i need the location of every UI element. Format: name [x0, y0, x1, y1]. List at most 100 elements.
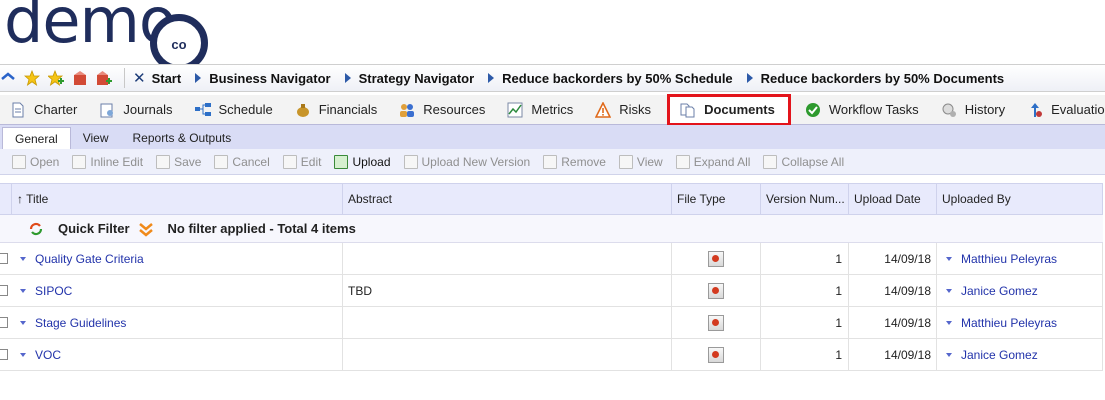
tab-label: Resources [423, 102, 486, 117]
plus-icon [675, 154, 690, 169]
save-button[interactable]: Save [156, 154, 202, 169]
star-icon[interactable] [23, 69, 41, 86]
user-link[interactable]: Janice Gomez [961, 348, 1038, 362]
chevron-down-icon[interactable] [946, 256, 952, 261]
button-label: Upload New Version [421, 154, 531, 169]
tab-workflow-tasks[interactable]: Workflow Tasks [795, 98, 931, 122]
breadcrumb-business-navigator[interactable]: Business Navigator [195, 71, 331, 86]
chevron-down-icon[interactable] [20, 288, 26, 293]
tab-risks[interactable]: Risks [585, 98, 663, 122]
open-button[interactable]: Open [12, 154, 59, 169]
powerpoint-file-icon[interactable] [708, 282, 724, 299]
powerpoint-file-icon[interactable] [708, 346, 724, 363]
tab-history[interactable]: History [931, 98, 1017, 122]
button-label: Edit [300, 154, 322, 169]
tab-journals[interactable]: Journals [89, 98, 184, 122]
breadcrumb-strategy-navigator[interactable]: Strategy Navigator [344, 71, 474, 86]
cell-abstract: TBD [343, 274, 672, 307]
chevron-down-icon[interactable] [20, 320, 26, 325]
cell-upload-date: 14/09/18 [849, 242, 937, 275]
chevron-double-down-icon[interactable] [138, 221, 154, 237]
button-label: Save [174, 154, 202, 169]
table-row[interactable]: Stage Guidelines 1 14/09/18 Matthieu Pel… [0, 306, 1103, 339]
tab-documents[interactable]: Documents [667, 93, 791, 126]
user-link[interactable]: Matthieu Peleyras [961, 316, 1057, 330]
table-row[interactable]: SIPOC TBD 1 14/09/18 Janice Gomez [0, 274, 1103, 307]
edit-icon [282, 154, 297, 169]
quick-filter-label[interactable]: Quick Filter [58, 221, 130, 236]
row-checkbox[interactable] [0, 349, 8, 360]
navigate-icon[interactable] [0, 70, 16, 86]
documents-icon [680, 102, 696, 118]
tab-charter[interactable]: Charter [0, 98, 89, 122]
breadcrumb-documents[interactable]: Reduce backorders by 50% Documents [746, 71, 1004, 86]
subtab-reports-outputs[interactable]: Reports & Outputs [121, 127, 244, 149]
collapse-all-button[interactable]: Collapse All [763, 154, 844, 169]
box-add-icon[interactable] [96, 70, 112, 86]
upload-button[interactable]: Upload [334, 154, 391, 169]
cell-uploaded-by: Janice Gomez [937, 274, 1103, 307]
view-button[interactable]: View [618, 154, 663, 169]
document-title-link[interactable]: Stage Guidelines [35, 316, 126, 330]
cell-uploaded-by: Matthieu Peleyras [937, 306, 1103, 339]
column-abstract[interactable]: Abstract [343, 184, 672, 214]
tab-metrics[interactable]: Metrics [497, 98, 585, 122]
column-file-type[interactable]: File Type [672, 184, 761, 214]
tab-schedule[interactable]: Schedule [185, 98, 285, 122]
chevron-down-icon[interactable] [20, 352, 26, 357]
money-bag-icon [295, 102, 311, 118]
chevron-down-icon[interactable] [20, 256, 26, 261]
upload-new-version-button[interactable]: Upload New Version [403, 154, 531, 169]
row-checkbox[interactable] [0, 253, 8, 264]
chart-icon [507, 102, 523, 118]
row-checkbox[interactable] [0, 317, 8, 328]
cell-file-type [672, 274, 761, 307]
column-version-number[interactable]: Version Num... [761, 184, 849, 214]
tab-label: Evaluation Criteria [1051, 102, 1105, 117]
filter-status: No filter applied - Total 4 items [167, 221, 356, 236]
tab-evaluation-criteria[interactable]: Evaluation Criteria [1017, 98, 1105, 122]
refresh-filter-icon[interactable] [28, 221, 44, 237]
chevron-right-icon [344, 73, 351, 83]
chevron-down-icon[interactable] [946, 320, 952, 325]
subtab-view[interactable]: View [71, 127, 121, 149]
upload-icon [334, 154, 349, 169]
subtab-general[interactable]: General [2, 127, 71, 149]
tab-financials[interactable]: Financials [285, 98, 390, 122]
document-title-link[interactable]: SIPOC [35, 284, 72, 298]
powerpoint-file-icon[interactable] [708, 314, 724, 331]
cancel-button[interactable]: Cancel [214, 154, 270, 169]
cell-version: 1 [761, 306, 849, 339]
document-title-link[interactable]: Quality Gate Criteria [35, 252, 144, 266]
warning-icon [594, 100, 612, 118]
tab-resources[interactable]: Resources [389, 98, 497, 122]
powerpoint-file-icon[interactable] [708, 250, 724, 267]
save-icon [156, 154, 171, 169]
column-upload-date[interactable]: Upload Date [849, 184, 937, 214]
inline-edit-button[interactable]: Inline Edit [72, 154, 143, 169]
box-icon[interactable] [72, 70, 88, 86]
cell-upload-date: 14/09/18 [849, 338, 937, 371]
chevron-down-icon[interactable] [946, 352, 952, 357]
breadcrumb-schedule[interactable]: Reduce backorders by 50% Schedule [488, 71, 733, 86]
add-favorite-icon[interactable] [46, 69, 64, 86]
column-uploaded-by[interactable]: Uploaded By [937, 184, 1103, 214]
row-checkbox[interactable] [0, 285, 8, 296]
document-title-link[interactable]: VOC [35, 348, 61, 362]
chevron-down-icon[interactable] [946, 288, 952, 293]
table-row[interactable]: VOC 1 14/09/18 Janice Gomez [0, 338, 1103, 371]
column-title[interactable]: ↑ Title [12, 184, 343, 214]
documents-toolbar: Open Inline Edit Save Cancel Edit Upload… [0, 149, 1105, 175]
expand-all-button[interactable]: Expand All [675, 154, 751, 169]
user-link[interactable]: Janice Gomez [961, 284, 1038, 298]
button-label: Expand All [693, 154, 751, 169]
table-row[interactable]: Quality Gate Criteria 1 14/09/18 Matthie… [0, 242, 1103, 275]
edit-button[interactable]: Edit [282, 154, 322, 169]
remove-button[interactable]: Remove [543, 154, 606, 169]
user-link[interactable]: Matthieu Peleyras [961, 252, 1057, 266]
cell-abstract [343, 242, 672, 275]
evaluation-icon [1027, 102, 1043, 118]
breadcrumb-start[interactable]: ✕ Start [133, 69, 181, 87]
cell-uploaded-by: Janice Gomez [937, 338, 1103, 371]
breadcrumb-label: Start [151, 70, 182, 86]
